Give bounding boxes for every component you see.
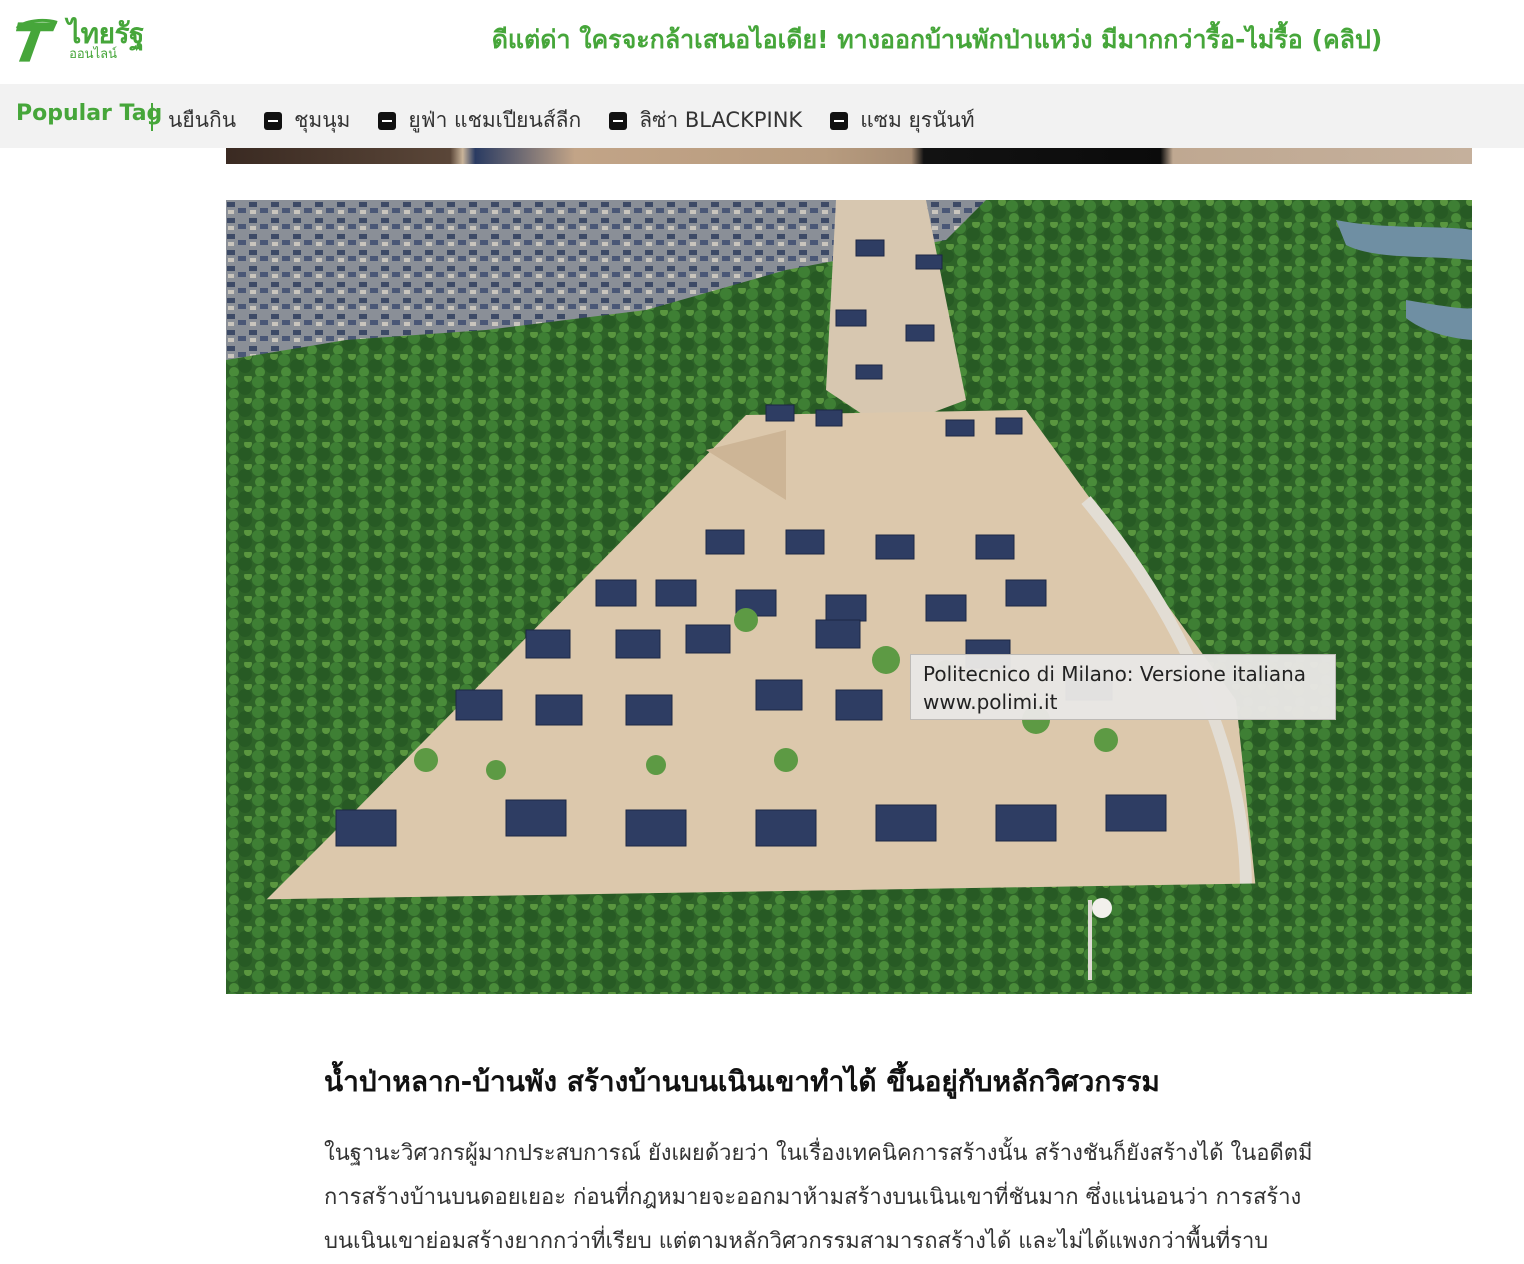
tag-label: นยืนกิน <box>168 108 237 132</box>
tag-label: แซม ยุรนันท์ <box>860 108 975 132</box>
tooltip-url: www.polimi.it <box>923 690 1058 714</box>
tag-item[interactable]: ยูฟ่า แชมเปียนส์ลีก <box>378 104 581 137</box>
tag-item[interactable]: นยืนกิน <box>168 104 236 137</box>
aerial-photo-illustration <box>226 200 1472 994</box>
tag-label: ยูฟ่า แชมเปียนส์ลีก <box>408 108 582 132</box>
popular-tag-title: Popular Tag <box>16 101 163 126</box>
previous-image-strip <box>226 148 1472 164</box>
link-tooltip: Politecnico di Milano: Versione italiana… <box>910 654 1336 720</box>
aerial-photo: Politecnico di Milano: Versione italiana… <box>226 200 1472 994</box>
article-section-heading: น้ำป่าหลาก-บ้านพัง สร้างบ้านบนเนินเขาทำไ… <box>324 1065 1160 1098</box>
tag-divider <box>151 103 153 131</box>
thairath-logo[interactable]: ไทยรัฐ ออนไลน์ <box>14 18 144 68</box>
thairath-logo-icon <box>15 18 58 62</box>
site-header: ไทยรัฐ ออนไลน์ ดีแต่ด่า ใครจะกล้าเสนอไอเ… <box>0 0 1524 84</box>
logo-name: ไทยรัฐ <box>67 17 144 50</box>
article-headline-link[interactable]: ดีแต่ด่า ใครจะกล้าเสนอไอเดีย! ทางออกบ้าน… <box>260 20 1524 60</box>
tooltip-title: Politecnico di Milano: Versione italiana <box>923 662 1307 686</box>
paragraph-line: การสร้างบ้านบนดอยเยอะ ก่อนที่กฎหมายจะออก… <box>324 1185 1302 1210</box>
tag-item[interactable]: ลิซ่า BLACKPINK <box>609 104 802 137</box>
tag-label: ลิซ่า BLACKPINK <box>639 108 803 132</box>
tag-icon <box>830 111 849 130</box>
tag-icon <box>609 111 628 130</box>
tag-icon <box>264 111 283 130</box>
article-paragraph: ในฐานะวิศวกรผู้มากประสบการณ์ ยังเผยด้วยว… <box>324 1132 1394 1264</box>
paragraph-line: ในฐานะวิศวกรผู้มากประสบการณ์ ยังเผยด้วยว… <box>324 1141 1313 1166</box>
popular-tag-bar: Popular Tag นยืนกิน ชุมนุม ยูฟ่า แชมเปีย… <box>0 84 1524 148</box>
tag-item[interactable]: แซม ยุรนันท์ <box>830 104 975 137</box>
tag-item[interactable]: ชุมนุม <box>264 104 350 137</box>
tag-icon <box>378 111 397 130</box>
tag-list: นยืนกิน ชุมนุม ยูฟ่า แชมเปียนส์ลีก ลิซ่า… <box>168 104 1003 137</box>
paragraph-line: บนเนินเขาย่อมสร้างยากกว่าที่เรียบ แต่ตาม… <box>324 1229 1269 1254</box>
tag-label: ชุมนุม <box>294 108 351 132</box>
